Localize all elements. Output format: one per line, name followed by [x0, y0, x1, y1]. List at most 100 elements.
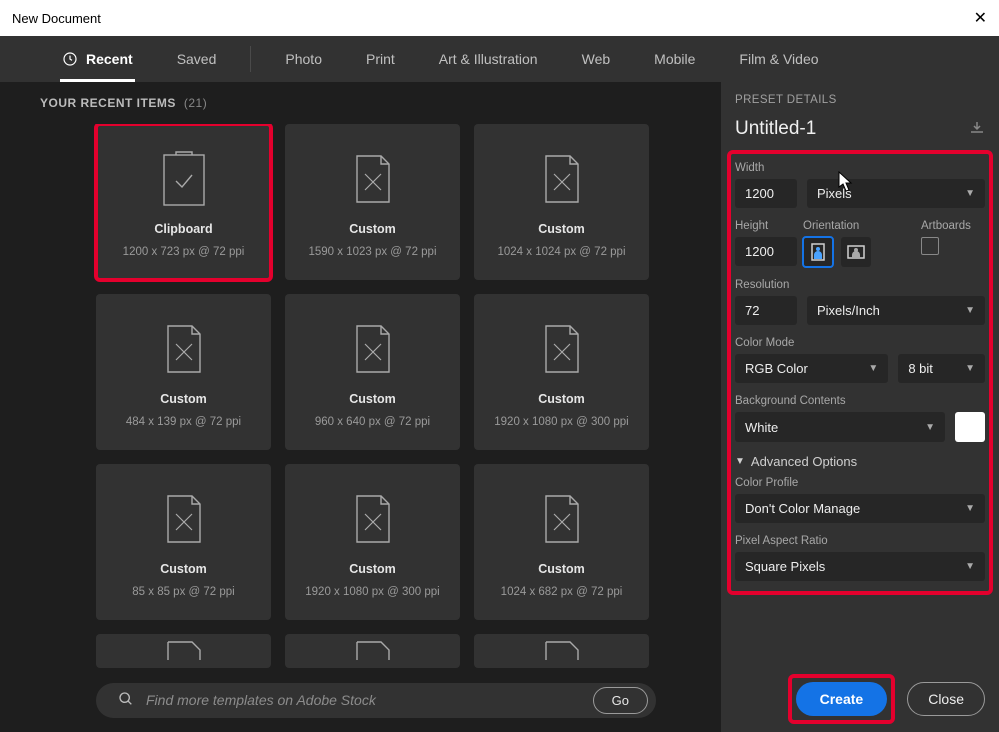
color-profile-select[interactable]: Don't Color Manage ▼ — [735, 494, 985, 523]
tab-saved[interactable]: Saved — [155, 36, 239, 82]
chevron-down-icon: ▼ — [965, 188, 975, 199]
par-label: Pixel Aspect Ratio — [735, 535, 985, 547]
artboards-checkbox[interactable] — [921, 237, 939, 255]
preset-custom[interactable] — [285, 634, 460, 668]
preset-custom[interactable]: Custom 85 x 85 px @ 72 ppi — [96, 464, 271, 620]
card-sub: 960 x 640 px @ 72 ppi — [315, 416, 430, 428]
download-icon[interactable] — [969, 121, 985, 138]
profile-label: Color Profile — [735, 477, 985, 489]
colormode-select[interactable]: RGB Color ▼ — [735, 354, 888, 383]
orientation-landscape[interactable] — [841, 237, 871, 267]
card-title: Custom — [538, 392, 585, 406]
card-sub: 1024 x 1024 px @ 72 ppi — [497, 246, 625, 258]
height-input[interactable]: 1200 — [735, 237, 797, 266]
chevron-down-icon: ▼ — [868, 363, 878, 374]
advanced-options-toggle[interactable]: ▼ Advanced Options — [735, 454, 985, 469]
tab-mobile[interactable]: Mobile — [632, 36, 717, 82]
preset-details-panel: PRESET DETAILS Untitled-1 Width 1200 Pix… — [721, 82, 999, 732]
chevron-down-icon: ▼ — [925, 422, 935, 433]
chevron-down-icon: ▼ — [965, 503, 975, 514]
page-fold-icon — [353, 316, 393, 382]
tab-web[interactable]: Web — [560, 36, 633, 82]
preset-fields-highlight: Width 1200 Pixels ▼ Height 1200 Orientat… — [731, 154, 989, 591]
section-title: YOUR RECENT ITEMS (21) — [40, 96, 697, 110]
tab-photo[interactable]: Photo — [263, 36, 344, 82]
preset-clipboard[interactable]: Clipboard 1200 x 723 px @ 72 ppi — [96, 124, 271, 280]
card-title: Custom — [349, 392, 396, 406]
card-title: Custom — [349, 562, 396, 576]
width-label: Width — [735, 162, 985, 174]
titlebar: New Document ✕ — [0, 0, 999, 36]
clock-icon — [62, 51, 78, 67]
height-label: Height — [735, 220, 797, 232]
card-sub: 85 x 85 px @ 72 ppi — [132, 586, 234, 598]
preset-custom[interactable]: Custom 1024 x 1024 px @ 72 ppi — [474, 124, 649, 280]
colormode-label: Color Mode — [735, 337, 985, 349]
card-title: Custom — [349, 222, 396, 236]
chevron-down-icon: ▼ — [965, 363, 975, 374]
artboards-label: Artboards — [921, 220, 985, 232]
category-tabs: Recent Saved Photo Print Art & Illustrat… — [0, 36, 999, 82]
search-placeholder[interactable]: Find more templates on Adobe Stock — [146, 692, 581, 708]
width-unit-select[interactable]: Pixels ▼ — [807, 179, 985, 208]
preset-custom[interactable]: Custom 1024 x 682 px @ 72 ppi — [474, 464, 649, 620]
page-fold-icon — [164, 316, 204, 382]
card-sub: 1200 x 723 px @ 72 ppi — [123, 246, 245, 258]
preset-custom[interactable]: Custom 1920 x 1080 px @ 300 ppi — [285, 464, 460, 620]
width-input[interactable]: 1200 — [735, 179, 797, 208]
bitdepth-select[interactable]: 8 bit ▼ — [898, 354, 985, 383]
preset-custom[interactable]: Custom 484 x 139 px @ 72 ppi — [96, 294, 271, 450]
window-title: New Document — [12, 11, 101, 26]
page-fold-icon — [353, 486, 393, 552]
resolution-label: Resolution — [735, 279, 985, 291]
new-document-window: New Document ✕ Recent Saved Photo Print … — [0, 0, 999, 732]
orientation-portrait[interactable] — [803, 237, 833, 267]
card-title: Clipboard — [154, 222, 212, 236]
pixel-aspect-ratio-select[interactable]: Square Pixels ▼ — [735, 552, 985, 581]
card-title: Custom — [160, 392, 207, 406]
bg-swatch[interactable] — [955, 412, 985, 442]
preset-details-header: PRESET DETAILS — [735, 94, 985, 106]
chevron-down-icon: ▼ — [735, 456, 745, 467]
card-sub: 1920 x 1080 px @ 300 ppi — [494, 416, 628, 428]
bg-label: Background Contents — [735, 395, 985, 407]
card-title: Custom — [538, 222, 585, 236]
card-sub: 1024 x 682 px @ 72 ppi — [501, 586, 623, 598]
page-fold-icon — [542, 146, 582, 212]
preset-custom[interactable]: Custom 1590 x 1023 px @ 72 ppi — [285, 124, 460, 280]
tab-recent[interactable]: Recent — [40, 36, 155, 82]
tab-print[interactable]: Print — [344, 36, 417, 82]
page-fold-icon — [353, 146, 393, 212]
create-highlight: Create — [792, 678, 892, 720]
page-fold-icon — [542, 486, 582, 552]
resolution-unit-select[interactable]: Pixels/Inch ▼ — [807, 296, 985, 325]
tab-art[interactable]: Art & Illustration — [417, 36, 560, 82]
tab-film[interactable]: Film & Video — [717, 36, 840, 82]
adobe-stock-search: Find more templates on Adobe Stock Go — [96, 683, 656, 718]
page-fold-icon — [164, 486, 204, 552]
chevron-down-icon: ▼ — [965, 561, 975, 572]
card-sub: 1590 x 1023 px @ 72 ppi — [308, 246, 436, 258]
preset-custom[interactable]: Custom 960 x 640 px @ 72 ppi — [285, 294, 460, 450]
preset-grid: Clipboard 1200 x 723 px @ 72 ppi Custom … — [40, 124, 697, 671]
card-sub: 484 x 139 px @ 72 ppi — [126, 416, 241, 428]
page-fold-icon — [542, 640, 582, 660]
page-fold-icon — [353, 640, 393, 660]
preset-custom[interactable]: Custom 1920 x 1080 px @ 300 ppi — [474, 294, 649, 450]
close-button[interactable]: Close — [907, 682, 985, 716]
preset-custom[interactable] — [474, 634, 649, 668]
card-sub: 1920 x 1080 px @ 300 ppi — [305, 586, 439, 598]
go-button[interactable]: Go — [593, 687, 648, 714]
footer: Create Close — [735, 660, 985, 720]
page-fold-icon — [164, 640, 204, 660]
card-title: Custom — [538, 562, 585, 576]
clipboard-icon — [162, 146, 206, 212]
bg-select[interactable]: White ▼ — [735, 412, 945, 442]
preset-name[interactable]: Untitled-1 — [735, 118, 816, 140]
preset-custom[interactable] — [96, 634, 271, 668]
create-button[interactable]: Create — [796, 682, 888, 716]
resolution-input[interactable]: 72 — [735, 296, 797, 325]
tab-divider — [250, 46, 251, 72]
window-close-icon[interactable]: ✕ — [974, 8, 987, 28]
recent-items-panel: YOUR RECENT ITEMS (21) Clipboard 1200 x … — [0, 82, 721, 732]
